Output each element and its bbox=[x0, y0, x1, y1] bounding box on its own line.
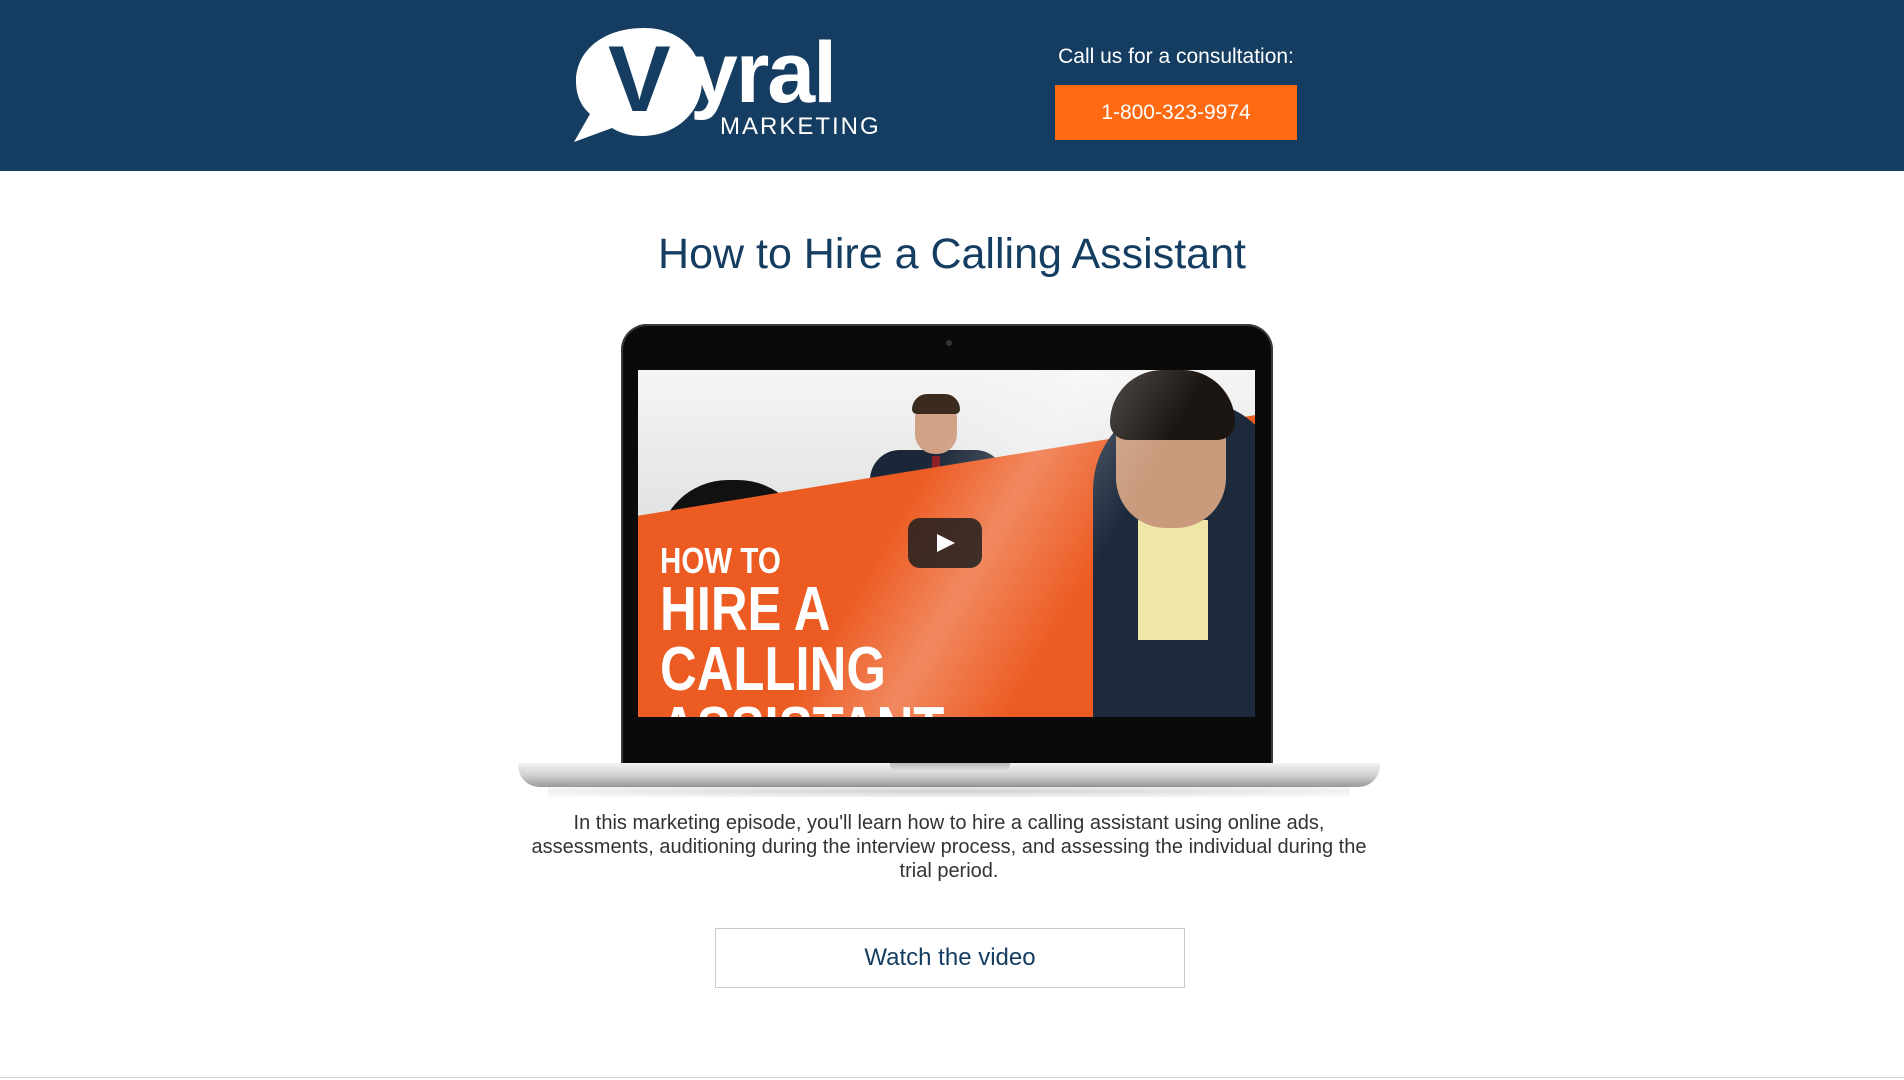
logo-letter: V bbox=[608, 26, 671, 131]
page-title: How to Hire a Calling Assistant bbox=[658, 230, 1246, 278]
site-header: V yral MARKETING Call us for a consultat… bbox=[0, 0, 1904, 171]
play-icon bbox=[937, 534, 955, 552]
episode-description: In this marketing episode, you'll learn … bbox=[531, 812, 1367, 882]
camera-icon bbox=[946, 340, 952, 346]
consultation-label: Call us for a consultation: bbox=[1058, 45, 1294, 68]
vyral-marketing-logo[interactable]: V yral MARKETING bbox=[572, 25, 879, 144]
video-title-line3: ASSISTANT bbox=[660, 699, 988, 718]
logo-subtitle: MARKETING bbox=[720, 113, 881, 140]
divider bbox=[0, 1077, 1904, 1078]
logo-word: yral bbox=[690, 25, 837, 121]
laptop-notch bbox=[890, 763, 1010, 772]
phone-button[interactable]: 1-800-323-9974 bbox=[1055, 85, 1297, 140]
video-title: HOW TO HIRE A CALLING ASSISTANT bbox=[660, 542, 988, 718]
video-title-line2: HIRE A CALLING bbox=[660, 575, 886, 704]
video-thumbnail[interactable]: HOW TO HIRE A CALLING ASSISTANT bbox=[638, 370, 1255, 717]
play-button[interactable] bbox=[908, 518, 982, 568]
watch-video-button[interactable]: Watch the video bbox=[715, 928, 1185, 988]
laptop-video-mockup: HOW TO HIRE A CALLING ASSISTANT bbox=[518, 323, 1380, 801]
